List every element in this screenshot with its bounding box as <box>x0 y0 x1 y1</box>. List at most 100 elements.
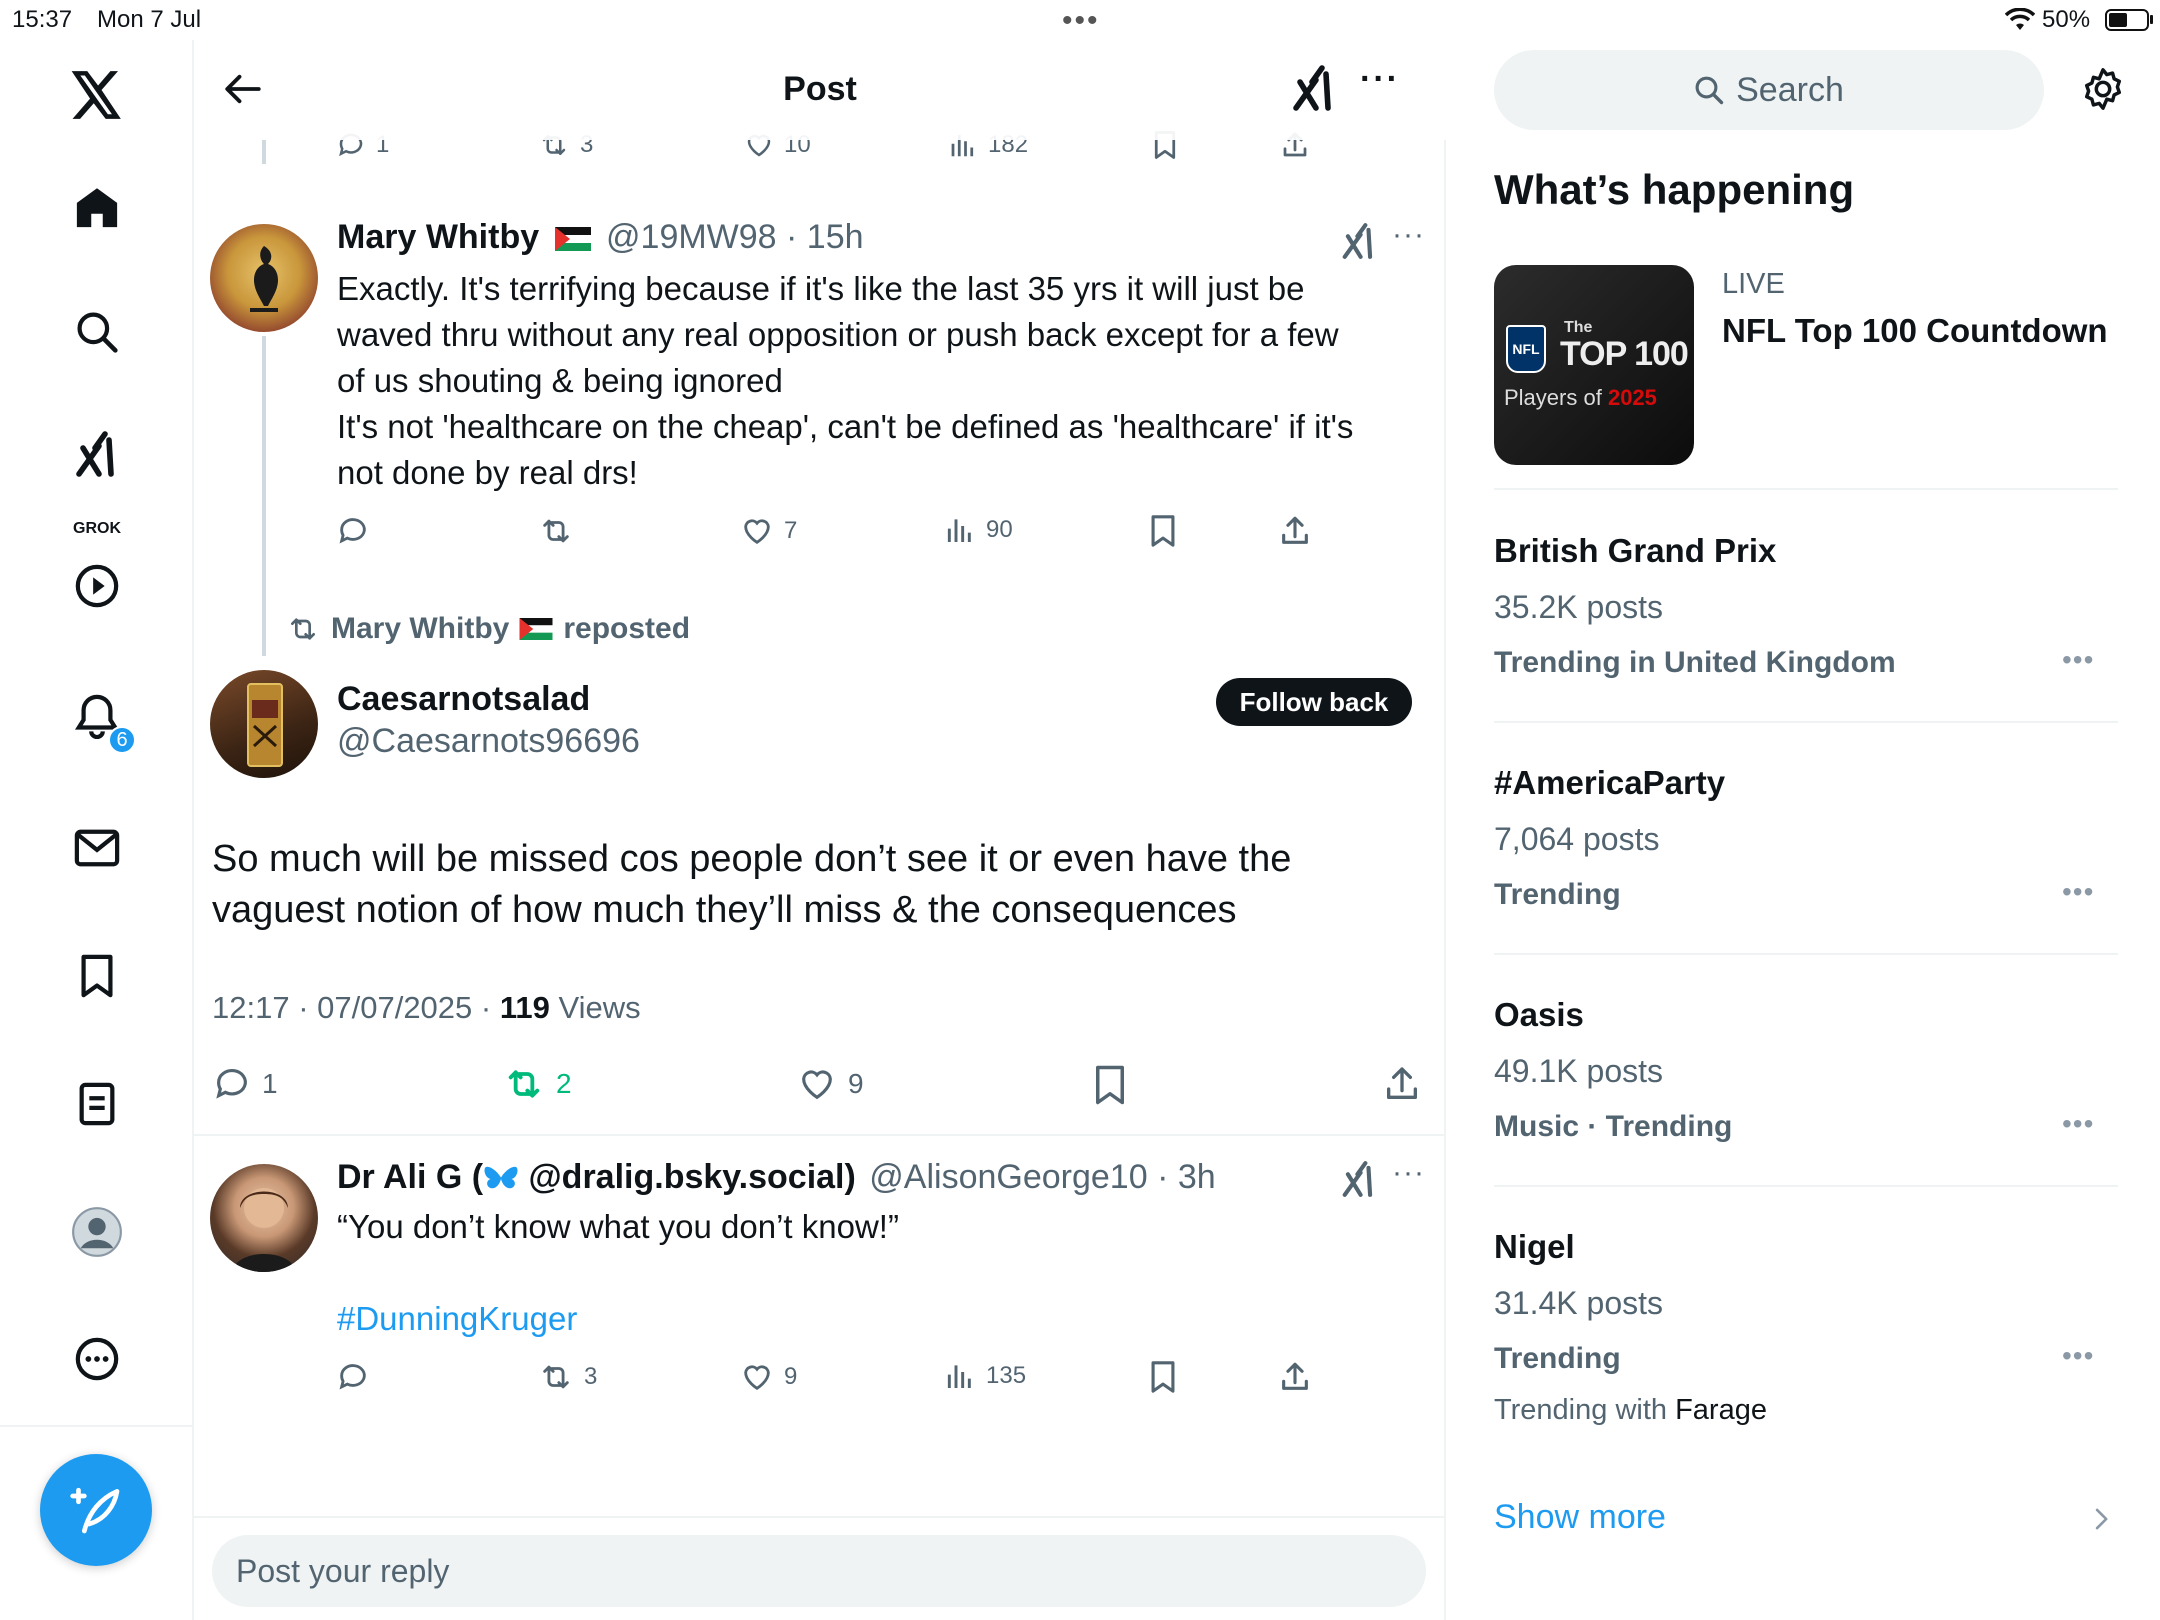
reply-input[interactable]: Post your reply <box>212 1535 1426 1607</box>
reply-button[interactable] <box>336 1360 370 1394</box>
chevron-right-icon <box>2090 1506 2112 1532</box>
avatar[interactable] <box>210 670 318 778</box>
battery-icon <box>2105 9 2149 31</box>
video-icon[interactable] <box>67 556 127 616</box>
reply-button[interactable] <box>336 514 370 548</box>
repost-button[interactable] <box>538 514 574 548</box>
trend-context: Trending <box>1494 1342 1621 1375</box>
battery-percent: 50% <box>2042 6 2091 33</box>
more-options-circle-icon[interactable] <box>67 1329 127 1389</box>
tweet-more-icon[interactable]: ··· <box>1392 1156 1425 1190</box>
show-more-link[interactable]: Show more <box>1494 1498 1666 1537</box>
avatar[interactable] <box>210 224 318 332</box>
views-count: 90 <box>986 516 1013 543</box>
author-name-suffix[interactable]: @dralig.bsky.social) <box>519 1158 856 1196</box>
repost-author[interactable]: Mary Whitby <box>331 612 509 646</box>
share-icon[interactable] <box>1382 1064 1422 1104</box>
grok-icon[interactable] <box>1290 64 1338 112</box>
avatar[interactable] <box>210 1164 318 1272</box>
repost-button[interactable]: 2 <box>502 1064 572 1104</box>
author-handle[interactable]: @Caesarnots96696 <box>337 722 640 761</box>
battery-cap <box>2150 15 2153 24</box>
grok-label: GROK <box>73 520 121 537</box>
trend-posts: 35.2K posts <box>1494 589 1663 625</box>
reply2-action-bar: 3 9 135 <box>336 1360 1316 1400</box>
author-handle-time[interactable]: @19MW98 · 15h <box>606 218 864 256</box>
share-icon[interactable] <box>1278 514 1312 548</box>
grok-icon[interactable] <box>1340 222 1378 260</box>
views-label: Views <box>549 990 641 1025</box>
trend-name[interactable]: #AmericaParty <box>1494 764 1725 802</box>
post-timestamp[interactable]: 12:17 · 07/07/2025 · <box>212 990 500 1025</box>
trend-context: Trending in United Kingdom <box>1494 646 1896 679</box>
author-name-prefix[interactable]: Dr Ali G ( <box>337 1158 483 1196</box>
trending-with: Trending with Farage <box>1494 1394 1767 1426</box>
share-icon[interactable] <box>1278 1360 1312 1394</box>
trend-more-icon[interactable]: ••• <box>2062 1108 2094 1140</box>
trend-more-icon[interactable]: ••• <box>2062 1340 2094 1372</box>
bookmark-icon[interactable] <box>1148 514 1178 548</box>
author-name[interactable]: Caesarnotsalad <box>337 680 590 719</box>
explore-search-icon[interactable] <box>67 302 127 362</box>
lists-icon[interactable] <box>67 1074 127 1134</box>
like-button[interactable]: 7 <box>740 514 797 548</box>
bookmark-icon[interactable] <box>1148 1360 1178 1394</box>
divider <box>1494 1185 2118 1187</box>
trend-more-icon[interactable]: ••• <box>2062 644 2094 676</box>
bookmarks-icon[interactable] <box>67 946 127 1006</box>
search-input[interactable]: Search <box>1494 50 2044 130</box>
like-count: 7 <box>784 517 798 544</box>
trend-name[interactable]: British Grand Prix <box>1494 532 1776 570</box>
tweet-more-icon[interactable]: ··· <box>1392 218 1425 252</box>
author-handle-time[interactable]: @AlisonGeorge10 · 3h <box>869 1158 1215 1196</box>
grok-icon[interactable] <box>67 424 127 484</box>
reply1-action-bar: 7 90 <box>336 514 1316 554</box>
reply-placeholder: Post your reply <box>236 1553 450 1589</box>
like-button[interactable]: 9 <box>740 1360 797 1394</box>
x-logo-icon[interactable] <box>67 65 127 125</box>
trend-name[interactable]: Oasis <box>1494 996 1584 1034</box>
divider <box>1494 721 2118 723</box>
grok-icon[interactable] <box>1340 1160 1378 1198</box>
profile-avatar-icon[interactable] <box>67 1202 127 1262</box>
home-icon[interactable] <box>67 178 127 238</box>
repost-action: reposted <box>563 612 691 645</box>
trend-thumbnail[interactable]: NFL The TOP 100 Players of 2025 <box>1494 265 1694 465</box>
trend-name[interactable]: NFL Top 100 Countdown <box>1722 312 2108 350</box>
reply2-name-line: Dr Ali G ( @dralig.bsky.social) @AlisonG… <box>337 1158 1216 1197</box>
reply1-text: Exactly. It's terrifying because if it's… <box>337 270 1354 491</box>
messages-envelope-icon[interactable] <box>67 818 127 878</box>
wifi-icon <box>2005 8 2035 32</box>
multitask-dots-icon[interactable]: ••• <box>1062 4 1100 38</box>
trend-more-icon[interactable]: ••• <box>2062 876 2094 908</box>
palestine-flag-icon <box>519 618 553 640</box>
more-options-icon[interactable]: ··· <box>1360 60 1400 99</box>
main-post-text: So much will be missed cos people don’t … <box>212 838 1292 931</box>
trend-context: Trending <box>1494 878 1621 911</box>
status-date: Mon 7 Jul <box>97 6 202 33</box>
repost-button[interactable]: 3 <box>538 1360 597 1394</box>
views-stat[interactable]: 90 <box>944 514 1013 546</box>
compose-post-button[interactable] <box>40 1454 152 1566</box>
trending-with-name[interactable]: Farage <box>1675 1394 1767 1426</box>
like-button[interactable]: 9 <box>796 1064 864 1104</box>
palestine-flag-icon <box>554 227 591 252</box>
trend-name[interactable]: Nigel <box>1494 1228 1575 1266</box>
bookmark-icon[interactable] <box>1092 1064 1128 1106</box>
post-header: Post ··· <box>194 40 1446 140</box>
views-count: 119 <box>499 990 550 1025</box>
post-timestamp-line: 12:17 · 07/07/2025 · 119 Views <box>212 990 641 1026</box>
repost-banner: Mary Whitby reposted <box>285 612 690 646</box>
like-count: 9 <box>848 1068 864 1099</box>
settings-gear-icon[interactable] <box>2080 66 2126 112</box>
follow-back-button[interactable]: Follow back <box>1216 678 1412 726</box>
repost-count: 3 <box>584 1363 598 1390</box>
reply-button[interactable]: 1 <box>212 1064 278 1104</box>
like-count: 9 <box>784 1363 798 1390</box>
nav-divider <box>0 1425 194 1427</box>
author-name[interactable]: Mary Whitby <box>337 218 539 256</box>
views-stat[interactable]: 135 <box>944 1360 1026 1392</box>
hashtag-link[interactable]: #DunningKruger <box>337 1296 577 1342</box>
divider <box>194 1134 1446 1136</box>
thumb-caption: Players of 2025 <box>1504 385 1657 410</box>
